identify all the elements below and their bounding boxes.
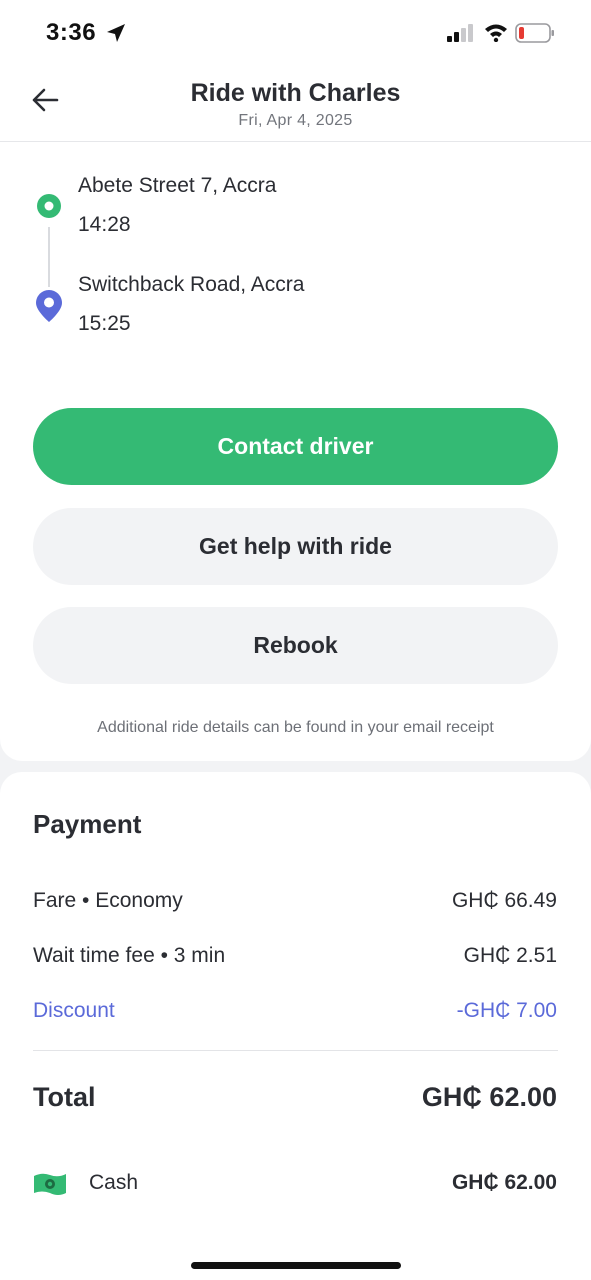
wait-fee-value: GH₵ 2.51: [463, 944, 557, 967]
wifi-icon: [484, 22, 508, 47]
pickup-time: 14:28: [78, 213, 131, 236]
status-bar: 3:36: [0, 0, 591, 62]
payment-method-value: GH₵ 62.00: [451, 1171, 557, 1194]
payment-method-label: Cash: [89, 1171, 139, 1194]
dropoff-pin-icon: [35, 289, 63, 328]
divider: [33, 1050, 558, 1051]
battery-icon: [515, 23, 555, 48]
total-value: GH₵ 62.00: [421, 1082, 557, 1112]
cash-icon: [33, 1171, 67, 1202]
contact-driver-button[interactable]: Contact driver: [33, 408, 558, 485]
discount-value: -GH₵ 7.00: [456, 999, 557, 1022]
payment-title: Payment: [33, 809, 142, 839]
discount-label: Discount: [33, 999, 115, 1022]
fare-label: Fare • Economy: [33, 889, 183, 912]
dropoff-address: Switchback Road, Accra: [78, 273, 305, 296]
ride-details-card: Ride with Charles Fri, Apr 4, 2025 Abete…: [0, 62, 591, 761]
payment-card: Payment Fare • Economy GH₵ 66.49 Wait ti…: [0, 772, 591, 1280]
home-indicator: [191, 1262, 401, 1269]
route-line: [48, 227, 50, 287]
status-time: 3:36: [46, 19, 97, 46]
pickup-address: Abete Street 7, Accra: [78, 174, 277, 197]
ride-date: Fri, Apr 4, 2025: [238, 112, 353, 129]
pickup-dot-icon: [36, 193, 62, 224]
rebook-button[interactable]: Rebook: [33, 607, 558, 684]
dropoff-time: 15:25: [78, 312, 131, 335]
receipt-footnote: Additional ride details can be found in …: [97, 719, 494, 736]
total-label: Total: [33, 1082, 96, 1112]
signal-icon: [447, 24, 475, 47]
fare-value: GH₵ 66.49: [451, 889, 557, 912]
wait-fee-label: Wait time fee • 3 min: [33, 944, 226, 967]
location-arrow-icon: [105, 22, 127, 49]
page-title: Ride with Charles: [190, 79, 401, 107]
header: Ride with Charles Fri, Apr 4, 2025: [0, 62, 591, 142]
get-help-button[interactable]: Get help with ride: [33, 508, 558, 585]
